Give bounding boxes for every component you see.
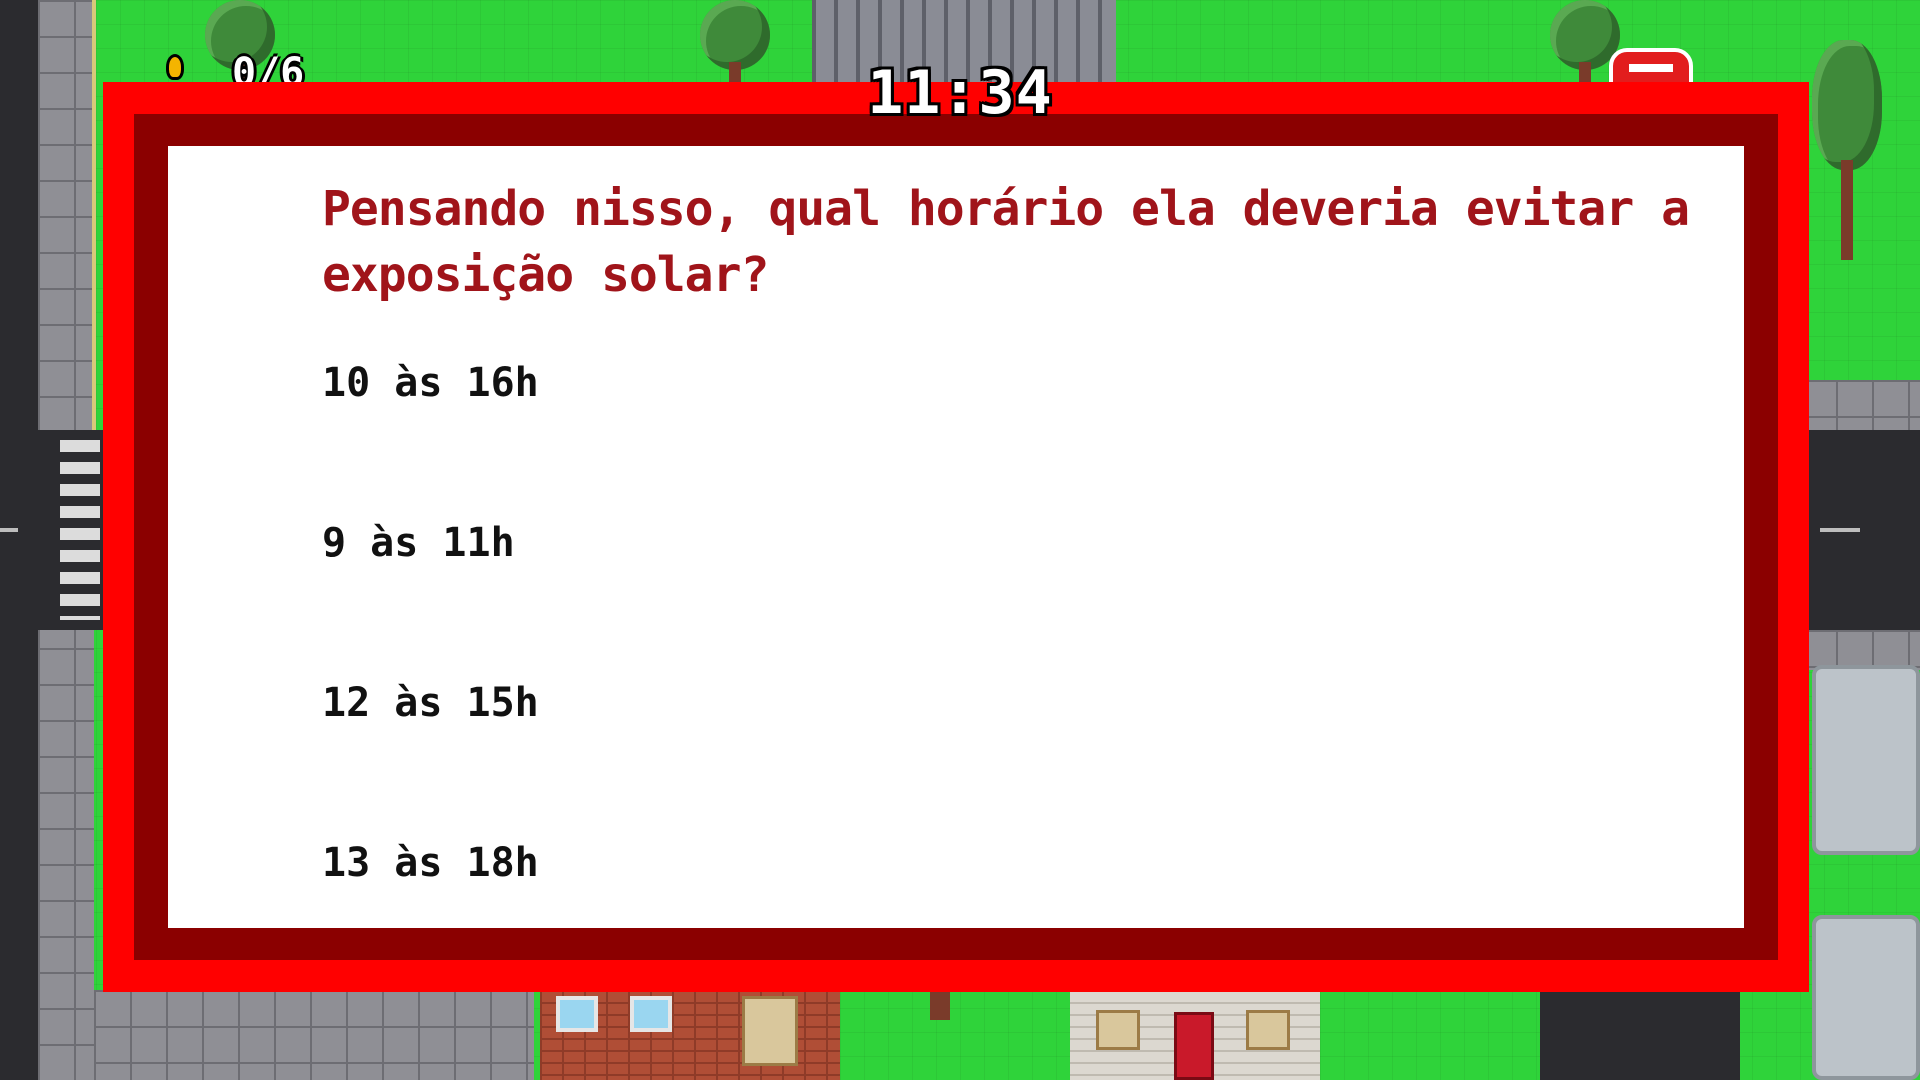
- bus: [1812, 915, 1920, 1080]
- game-timer: 11:34: [867, 58, 1053, 128]
- curb-left: [92, 0, 96, 430]
- answer-option-4[interactable]: 13 às 18h: [322, 833, 1222, 893]
- road-marking-left: [0, 528, 18, 532]
- answer-option-2[interactable]: 9 às 11h: [322, 513, 1222, 573]
- sidewalk-right-top: [1800, 380, 1920, 430]
- building-window: [630, 996, 672, 1032]
- house-door: [1174, 1012, 1214, 1080]
- tree: [1812, 40, 1882, 260]
- building-door: [742, 996, 798, 1066]
- sidewalk-right-bottom: [1800, 630, 1920, 670]
- quiz-question: Pensando nisso, qual horário ela deveria…: [322, 181, 1690, 303]
- building-window: [556, 996, 598, 1032]
- answer-option-3[interactable]: 12 às 15h: [322, 673, 1222, 733]
- flame-icon: [166, 54, 184, 80]
- sidewalk-bottom: [94, 990, 534, 1080]
- exit-icon: [1629, 64, 1673, 72]
- bus: [1812, 665, 1920, 855]
- house-window: [1096, 1010, 1140, 1050]
- house-window: [1246, 1010, 1290, 1050]
- crosswalk: [60, 440, 100, 620]
- tree-trunk-bottom: [930, 990, 950, 1020]
- road-bottom-right: [1540, 990, 1740, 1080]
- road-marking-right: [1820, 528, 1860, 532]
- answer-option-1[interactable]: 10 às 16h: [322, 353, 1222, 413]
